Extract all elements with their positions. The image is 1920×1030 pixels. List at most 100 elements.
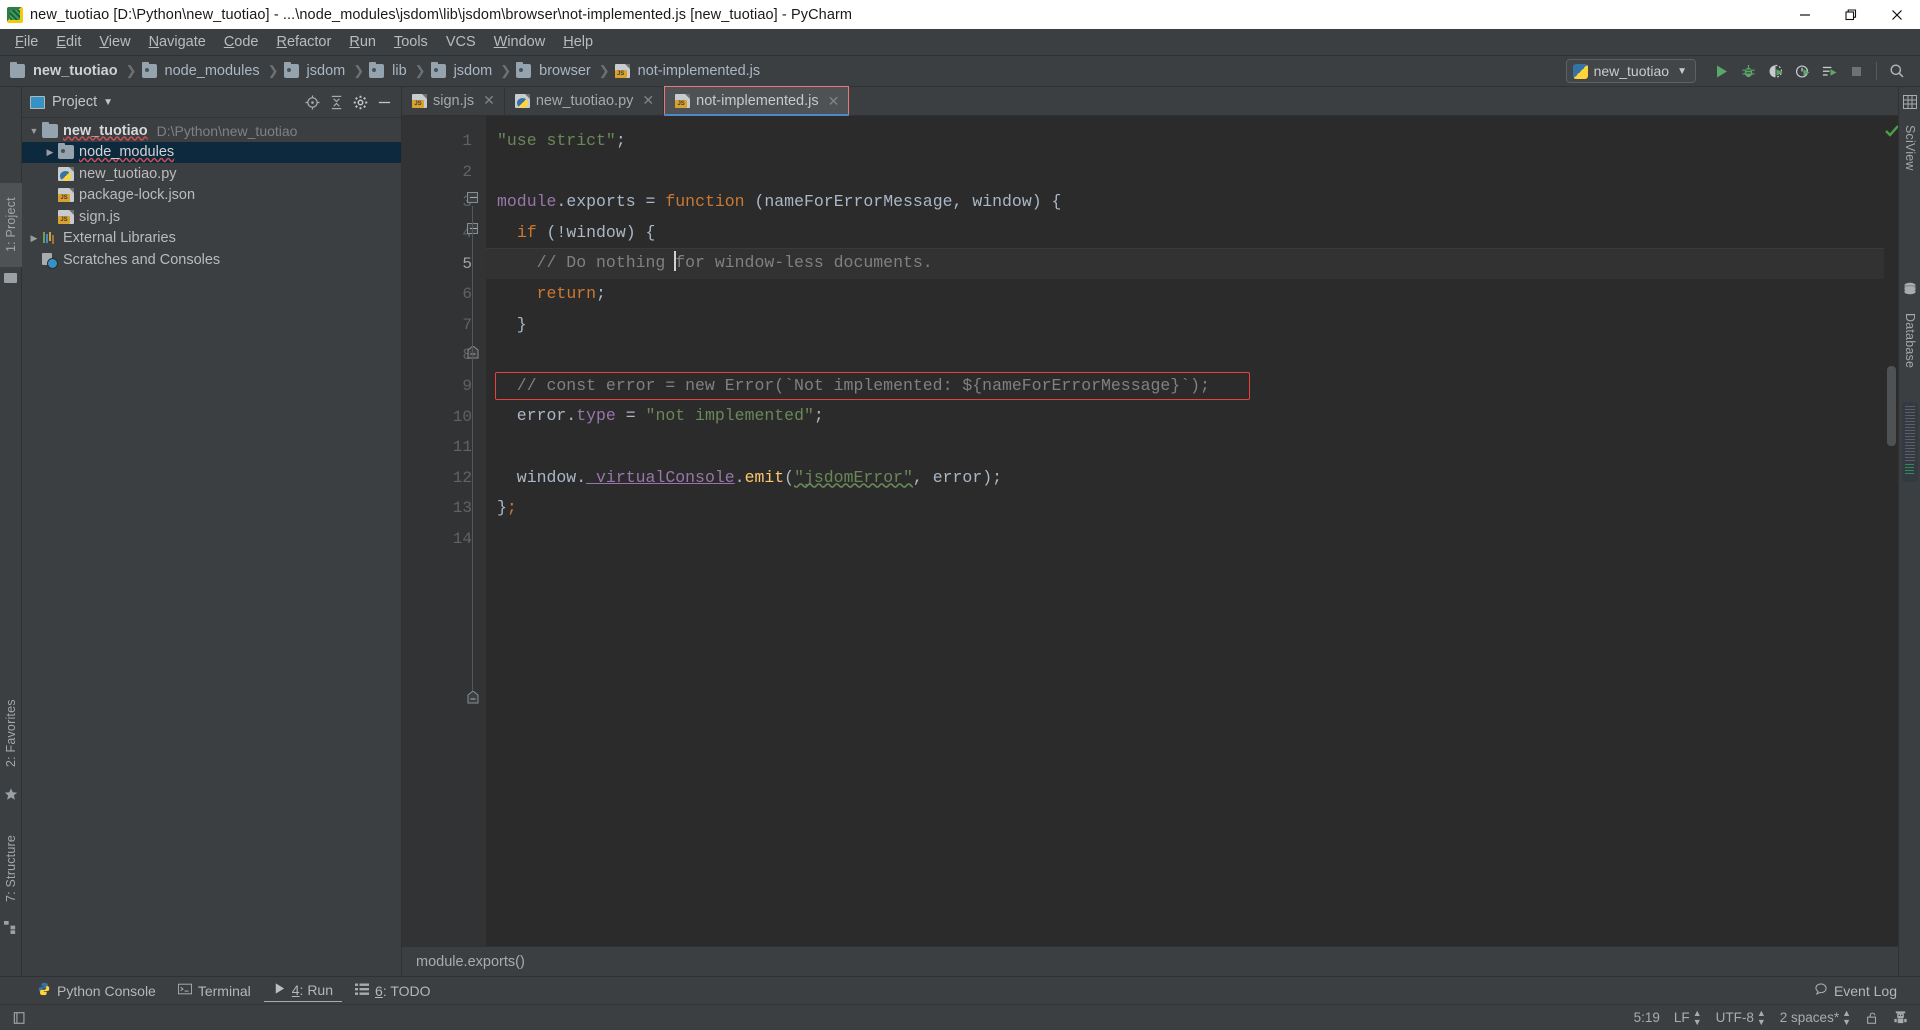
menu-help[interactable]: Help	[554, 31, 602, 53]
hide-pane-button[interactable]	[373, 91, 395, 113]
run-with-coverage-button[interactable]	[1762, 58, 1789, 84]
breadcrumb-jsdom-2[interactable]: jsdom	[430, 62, 496, 80]
debug-button[interactable]	[1735, 58, 1762, 84]
close-icon[interactable]: ✕	[642, 92, 654, 109]
sidebar-item-project[interactable]: 1: Project	[0, 183, 22, 267]
fold-marker-line-7-end[interactable]	[467, 345, 480, 359]
breadcrumb-lib[interactable]: lib	[369, 62, 410, 80]
tree-item-new-tuotiao[interactable]: ▼ new_tuotiao D:\Python\new_tuotiao	[22, 120, 401, 142]
encoding-selector[interactable]: UTF-8 ▲ ▼	[1716, 1008, 1766, 1027]
menu-tools[interactable]: Tools	[385, 31, 437, 53]
maximize-button[interactable]	[1828, 0, 1874, 29]
tree-item-external-libraries[interactable]: ▶ External Libraries	[22, 228, 401, 250]
fold-marker-line-13-end[interactable]	[467, 690, 480, 704]
stop-button[interactable]	[1843, 58, 1870, 84]
editor-scrollbar[interactable]	[1887, 366, 1896, 446]
breadcrumb-node-modules[interactable]: node_modules	[141, 62, 263, 80]
breadcrumb-jsdom-1[interactable]: jsdom	[283, 62, 349, 80]
run-configuration-selector[interactable]: new_tuotiao ▼	[1565, 59, 1696, 83]
breadcrumb-not-implemented-js[interactable]: not-implemented.js	[614, 62, 764, 80]
expand-arrow-icon[interactable]: ▼	[26, 126, 42, 136]
event-log-button[interactable]: Event Log	[1805, 979, 1906, 1002]
run-with-console-button[interactable]	[1816, 58, 1843, 84]
run-button[interactable]	[1708, 58, 1735, 84]
caret-position[interactable]: 5:19	[1634, 1010, 1660, 1025]
fold-marker-line-4[interactable]	[467, 223, 480, 236]
code-line-3[interactable]: module.exports = function (nameForErrorM…	[486, 187, 1884, 218]
menu-navigate[interactable]: Navigate	[140, 31, 215, 53]
code-line-5[interactable]: // Do nothing for window-less documents.	[486, 248, 1884, 279]
menu-edit-mnemonic: E	[56, 34, 67, 50]
indent-selector[interactable]: 2 spaces* ▲ ▼	[1780, 1008, 1851, 1027]
tree-item-sign-js[interactable]: sign.js	[22, 206, 401, 228]
line-number: 13	[452, 499, 472, 518]
menu-view[interactable]: View	[90, 31, 139, 53]
close-icon[interactable]: ✕	[828, 93, 840, 110]
menu-run[interactable]: Run	[340, 31, 385, 53]
editor-breadcrumb-bar[interactable]: module.exports()	[402, 946, 1898, 976]
minimize-button[interactable]	[1782, 0, 1828, 29]
code-line-1[interactable]: "use strict";	[486, 126, 1884, 157]
code-line-6[interactable]: return;	[486, 279, 1884, 310]
layout-icon[interactable]	[8, 1009, 32, 1027]
menu-file[interactable]: File	[6, 31, 47, 53]
right-tool-strip: SciView Database	[1898, 87, 1920, 976]
editor-marker-bar[interactable]	[1884, 116, 1899, 946]
chevron-down-icon[interactable]: ▼	[103, 97, 113, 108]
breadcrumb-browser[interactable]: browser	[516, 62, 594, 80]
sidebar-item-sciview[interactable]: SciView	[1899, 113, 1920, 183]
code-line-12[interactable]: window._virtualConsole.emit("jsdomError"…	[486, 463, 1884, 494]
bottom-tool-strip: Python Console Terminal 4: Run 6: TODO E…	[0, 976, 1920, 1004]
menu-vcs[interactable]: VCS	[437, 31, 485, 53]
line-separator-selector[interactable]: LF ▲ ▼	[1674, 1008, 1702, 1027]
tab-sign-js[interactable]: sign.js ✕	[402, 86, 505, 115]
code-line-10[interactable]: error.type = "not implemented";	[486, 401, 1884, 432]
bottom-item-todo[interactable]: 6: TODO	[346, 980, 440, 1002]
gear-icon[interactable]	[349, 91, 371, 113]
expand-arrow-icon[interactable]: ▶	[42, 147, 58, 158]
menu-window[interactable]: Window	[485, 31, 555, 53]
code-line-11[interactable]	[486, 432, 1884, 463]
tree-item-scratches-and-consoles[interactable]: Scratches and Consoles	[22, 249, 401, 271]
fold-marker-line-3[interactable]	[467, 192, 480, 205]
code-line-4[interactable]: if (!window) {	[486, 218, 1884, 249]
collapse-all-button[interactable]	[325, 91, 347, 113]
tree-item-new-tuotiao-py[interactable]: new_tuotiao.py	[22, 163, 401, 185]
tree-item-label: External Libraries	[63, 230, 176, 247]
editor-gutter[interactable]: 1 2 3 4 5 6 7 8 9 10 11 12 13 14	[402, 116, 486, 946]
sidebar-item-favorites[interactable]: 2: Favorites	[0, 687, 22, 779]
locate-file-button[interactable]	[301, 91, 323, 113]
bottom-item-python-console[interactable]: Python Console	[28, 979, 165, 1002]
bottom-item-terminal[interactable]: Terminal	[169, 979, 260, 1002]
unlocked-icon[interactable]	[1865, 1011, 1879, 1025]
code-line-14[interactable]	[486, 524, 1884, 555]
sidebar-item-structure[interactable]: 7: Structure	[0, 822, 22, 914]
inspection-ok-icon[interactable]	[1885, 124, 1899, 141]
menu-tools-label: ools	[401, 34, 428, 50]
code-line-7[interactable]: }	[486, 310, 1884, 341]
code-line-9[interactable]: // const error = new Error(`Not implemen…	[486, 371, 1884, 402]
profile-button[interactable]	[1789, 58, 1816, 84]
sidebar-item-database[interactable]: Database	[1899, 301, 1920, 381]
code-line-13[interactable]: };	[486, 493, 1884, 524]
code-line-8[interactable]	[486, 340, 1884, 371]
menu-edit[interactable]: Edit	[47, 31, 90, 53]
code-minimap[interactable]	[1902, 402, 1918, 482]
breadcrumb-label: browser	[539, 63, 591, 79]
menu-code[interactable]: Code	[215, 31, 268, 53]
hector-icon[interactable]	[1893, 1010, 1908, 1025]
code-line-2[interactable]	[486, 157, 1884, 188]
close-icon[interactable]: ✕	[483, 92, 495, 109]
expand-arrow-icon[interactable]: ▶	[26, 233, 42, 244]
bottom-item-run[interactable]: 4: Run	[263, 979, 343, 1002]
breadcrumb-new-tuotiao[interactable]: new_tuotiao	[10, 62, 121, 80]
tree-item-node-modules[interactable]: ▶ node_modules	[22, 141, 401, 163]
tab-not-implemented-js[interactable]: not-implemented.js ✕	[664, 86, 850, 116]
menu-refactor[interactable]: Refactor	[268, 31, 341, 53]
breadcrumb-separator-icon: ❯	[125, 63, 137, 78]
code-editor[interactable]: "use strict"; module.exports = function …	[486, 116, 1884, 946]
tab-new-tuotiao-py[interactable]: new_tuotiao.py ✕	[505, 86, 665, 115]
close-button[interactable]	[1874, 0, 1920, 29]
tree-item-package-lock-json[interactable]: package-lock.json	[22, 185, 401, 207]
search-everywhere-button[interactable]	[1883, 58, 1910, 84]
